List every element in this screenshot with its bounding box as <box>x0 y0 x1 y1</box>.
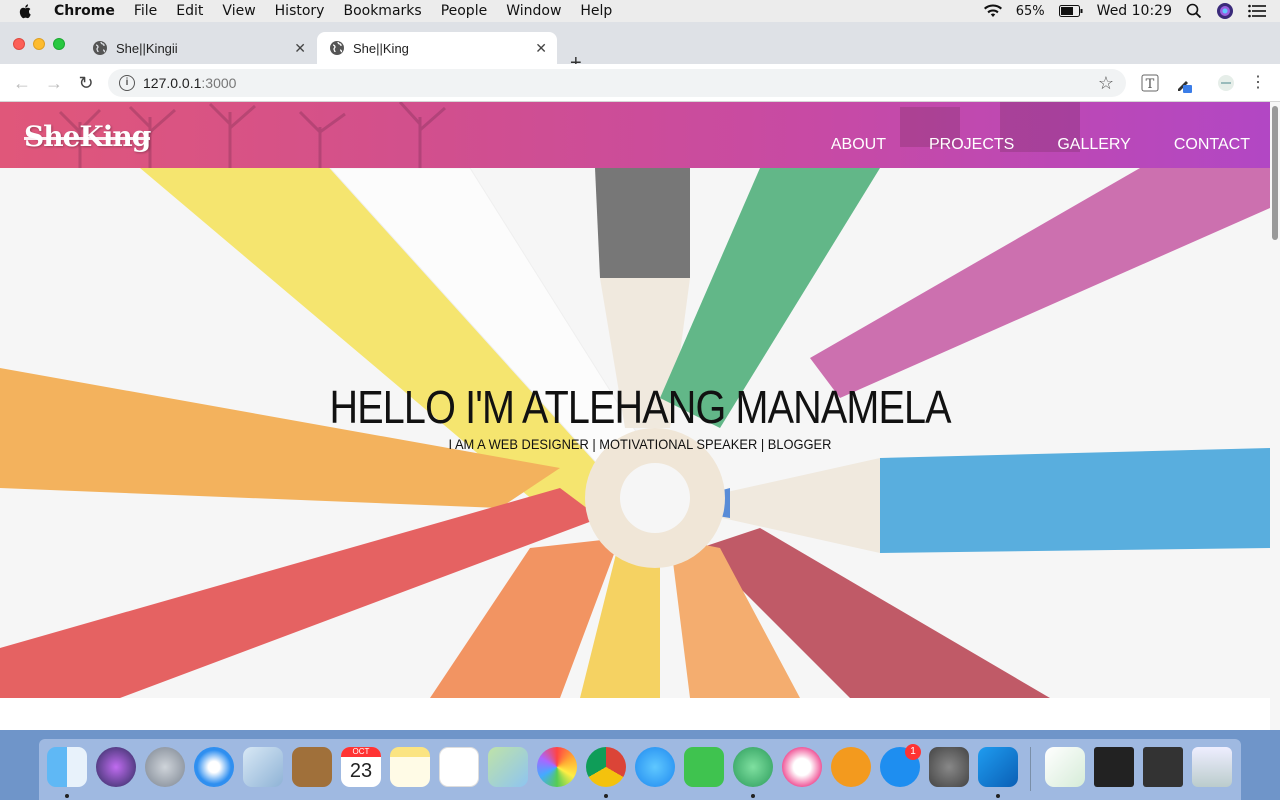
safari-icon[interactable] <box>194 747 234 787</box>
menu-history[interactable]: History <box>275 3 325 19</box>
menu-app-name[interactable]: Chrome <box>54 3 115 19</box>
tab-title: She||King <box>353 40 409 56</box>
facetime-icon[interactable] <box>684 747 724 787</box>
preview-icon[interactable] <box>1045 747 1085 787</box>
chrome-icon[interactable] <box>586 747 626 787</box>
reminders-icon[interactable] <box>439 747 479 787</box>
trash-icon[interactable] <box>1192 747 1232 787</box>
back-icon[interactable]: ← <box>12 73 32 93</box>
notification-center-icon[interactable] <box>1248 4 1266 18</box>
atom-icon[interactable] <box>733 747 773 787</box>
hero-subtitle: I AM A WEB DESIGNER | MOTIVATIONAL SPEAK… <box>448 436 832 452</box>
browser-toolbar: ← → ↻ i 127.0.0.1:3000 ☆ T ⋮ <box>0 64 1280 102</box>
site-navbar: SheKing ABOUT PROJECTS GALLERY CONTACT <box>0 102 1270 168</box>
scrollbar-thumb[interactable] <box>1272 106 1278 240</box>
running-indicator <box>996 794 1000 798</box>
clock[interactable]: Wed 10:29 <box>1097 3 1172 19</box>
spotlight-search-icon[interactable] <box>1186 3 1202 19</box>
site-logo[interactable]: SheKing <box>24 120 151 153</box>
books-icon[interactable] <box>831 747 871 787</box>
tab-inactive[interactable]: She||Kingii ✕ <box>80 32 316 64</box>
terminal-2-icon[interactable] <box>1143 747 1183 787</box>
menu-help[interactable]: Help <box>580 3 612 19</box>
menu-file[interactable]: File <box>134 3 157 19</box>
eyedropper-extension-icon[interactable] <box>1174 73 1194 93</box>
minimize-window-button[interactable] <box>33 38 45 50</box>
close-tab-icon[interactable]: ✕ <box>535 40 547 57</box>
menu-bar: Chrome File Edit View History Bookmarks … <box>0 0 1280 22</box>
running-indicator <box>65 794 69 798</box>
calendar-day: 23 <box>349 760 373 782</box>
vscode-icon[interactable] <box>978 747 1018 787</box>
mail-icon[interactable] <box>243 747 283 787</box>
forward-icon[interactable]: → <box>44 73 64 93</box>
tab-active[interactable]: She||King ✕ <box>317 32 557 64</box>
calendar-icon[interactable]: OCT 23 <box>341 747 381 787</box>
menu-extras: 65% Wed 10:29 <box>983 0 1280 22</box>
wifi-icon[interactable] <box>983 4 1002 18</box>
menu-view[interactable]: View <box>222 3 255 19</box>
reload-icon[interactable]: ↻ <box>76 73 96 93</box>
tab-title: She||Kingii <box>116 40 178 56</box>
messages-icon[interactable] <box>635 747 675 787</box>
address-bar[interactable]: i 127.0.0.1:3000 ☆ <box>108 69 1126 97</box>
menu-window[interactable]: Window <box>506 3 561 19</box>
page-scrollbar[interactable] <box>1270 102 1280 730</box>
chrome-menu-icon[interactable]: ⋮ <box>1248 73 1268 93</box>
page-viewport: SheKing ABOUT PROJECTS GALLERY CONTACT H… <box>0 102 1280 730</box>
maximize-window-button[interactable] <box>53 38 65 50</box>
info-icon[interactable]: i <box>119 75 135 91</box>
dock-separator <box>1030 747 1031 791</box>
notes-icon[interactable] <box>390 747 430 787</box>
navbar-background-image <box>58 102 1080 168</box>
url-port: :3000 <box>201 75 237 91</box>
system-preferences-icon[interactable] <box>929 747 969 787</box>
site-nav: ABOUT PROJECTS GALLERY CONTACT <box>788 136 1250 154</box>
menu-edit[interactable]: Edit <box>176 3 203 19</box>
menu-bookmarks[interactable]: Bookmarks <box>343 3 421 19</box>
maps-icon[interactable] <box>488 747 528 787</box>
app-store-badge: 1 <box>905 744 921 760</box>
url-host: 127.0.0.1 <box>143 75 202 91</box>
text-extension-icon[interactable]: T <box>1140 73 1160 93</box>
contacts-icon[interactable] <box>292 747 332 787</box>
battery-percent: 65% <box>1015 3 1045 19</box>
terminal-icon[interactable] <box>1094 747 1134 787</box>
calendar-month: OCT <box>341 747 381 757</box>
hero-text: HELLO I'M ATLEHANG MANAMELA I AM A WEB D… <box>0 380 1270 452</box>
siri-icon[interactable] <box>96 747 136 787</box>
nav-contact[interactable]: CONTACT <box>1174 136 1250 154</box>
globe-icon <box>330 41 344 55</box>
nav-about[interactable]: ABOUT <box>831 136 886 154</box>
itunes-icon[interactable] <box>782 747 822 787</box>
nav-projects[interactable]: PROJECTS <box>929 136 1014 154</box>
battery-icon[interactable] <box>1058 5 1083 17</box>
running-indicator <box>751 794 755 798</box>
hero-section: SheKing ABOUT PROJECTS GALLERY CONTACT H… <box>0 102 1270 698</box>
globe-icon <box>93 41 107 55</box>
hero-title: HELLO I'M ATLEHANG MANAMELA <box>329 381 951 433</box>
running-indicator <box>604 794 608 798</box>
nav-gallery[interactable]: GALLERY <box>1057 136 1131 154</box>
menu-people[interactable]: People <box>441 3 488 19</box>
close-window-button[interactable] <box>13 38 25 50</box>
bookmark-star-icon[interactable]: ☆ <box>1098 73 1114 94</box>
tab-strip: She||Kingii ✕ She||King ✕ + <box>0 22 1280 74</box>
finder-icon[interactable] <box>47 747 87 787</box>
svg-text:T: T <box>1146 77 1155 92</box>
dock: OCT 23 1 <box>39 739 1241 800</box>
extension-icon[interactable] <box>1216 73 1236 93</box>
close-tab-icon[interactable]: ✕ <box>294 40 306 57</box>
launchpad-icon[interactable] <box>145 747 185 787</box>
siri-menu-icon[interactable] <box>1216 2 1234 20</box>
apple-icon[interactable] <box>18 3 34 19</box>
photos-icon[interactable] <box>537 747 577 787</box>
